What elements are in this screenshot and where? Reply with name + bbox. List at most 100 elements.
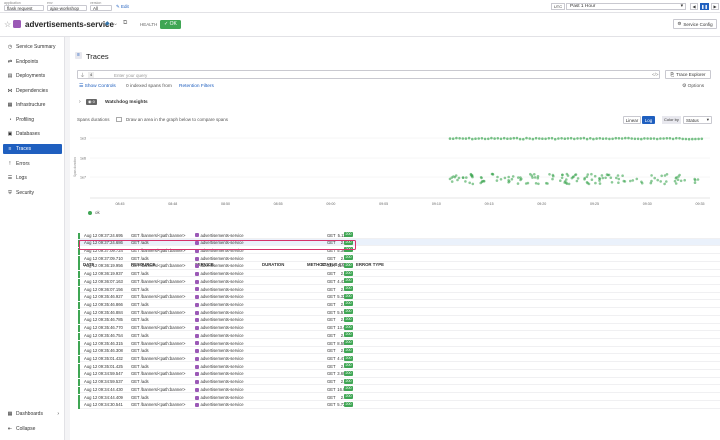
pause-button[interactable]: ❚❚ xyxy=(700,3,709,10)
version-select[interactable]: All xyxy=(90,5,112,11)
watchdog-badge: ◉ 0 xyxy=(86,99,97,105)
service-icon xyxy=(195,326,199,331)
table-row[interactable]: Aug 12 09:34:59.547 GET /banners/<path:ba… xyxy=(78,370,720,379)
table-row[interactable]: Aug 12 09:36:07.163 GET /banners/<path:ba… xyxy=(78,277,720,286)
table-row[interactable]: Aug 12 09:35:46.315 GET /banners/<path:ba… xyxy=(78,339,720,348)
sidebar-item-deployments[interactable]: ▤ Deployments xyxy=(3,71,62,81)
application-select[interactable]: flask request xyxy=(4,5,44,11)
data-point xyxy=(518,137,522,141)
timezone-badge[interactable]: UTC xyxy=(551,3,565,10)
watchdog-insights-toggle[interactable]: Watchdog Insights xyxy=(105,100,148,105)
table-row[interactable]: Aug 12 09:35:46.785 GET /ads advertisement… xyxy=(78,316,720,325)
table-row[interactable]: Aug 12 09:34:59.537 GET /ads advertisement… xyxy=(78,378,720,387)
sidebar-item-dashboards[interactable]: ▦ Dashboards › xyxy=(3,409,62,419)
env-select[interactable]: ajax-workshop xyxy=(47,5,87,11)
data-point xyxy=(567,182,571,186)
legend-ok-swatch xyxy=(88,211,92,215)
x-tick-label: 08:48 xyxy=(168,202,177,206)
copy-icon[interactable]: ⧉ xyxy=(123,20,127,27)
table-row[interactable]: Aug 12 09:36:19.937 GET /ads advertisement… xyxy=(78,270,720,279)
linear-scale-button[interactable]: Linear xyxy=(623,116,641,124)
data-point xyxy=(451,137,455,140)
trace-explorer-button[interactable]: ⎘ Trace Explorer xyxy=(665,70,711,79)
service-icon xyxy=(195,233,199,238)
options-button[interactable]: ⚙ Options xyxy=(682,84,704,89)
sidebar-item-databases[interactable]: ▣ Databases xyxy=(3,129,62,139)
data-point xyxy=(587,182,591,186)
service-header: ☆ advertisements-service ◆ ⌄ ⧉ HEALTH ✓ … xyxy=(0,13,720,37)
database-icon: ▣ xyxy=(7,131,13,137)
sidebar-item-errors[interactable]: ! Errors xyxy=(3,159,62,169)
table-row[interactable]: Aug 12 09:36:19.956 GET /banners/<path:ba… xyxy=(78,262,720,271)
data-point xyxy=(598,179,601,182)
sidebar-item-infrastructure[interactable]: ▦ Infrastructure xyxy=(3,100,62,110)
application-filter[interactable]: application flask request xyxy=(4,1,44,12)
sidebar-item-traces[interactable]: ≡ Traces xyxy=(3,144,62,154)
time-range-picker[interactable]: Past 1 Hour ▾ xyxy=(566,3,686,10)
data-point xyxy=(509,137,512,140)
table-row[interactable]: Aug 12 09:35:46.927 GET /banners/<path:ba… xyxy=(78,293,720,302)
data-point xyxy=(582,136,586,140)
show-controls-link[interactable]: ☰ Show Controls xyxy=(79,84,116,89)
span-duration-chart[interactable]: 1e3 1e6 1e7Span duration 08:45 08:48 08:50 08:… xyxy=(70,130,720,212)
status-code-badge: 200 xyxy=(344,262,353,268)
table-row[interactable]: Aug 12 09:35:46.754 GET /ads advertisement… xyxy=(78,331,720,340)
infrastructure-icon: ▦ xyxy=(7,102,13,108)
data-point xyxy=(541,137,544,140)
status-code-badge: 200 xyxy=(344,270,353,276)
data-point xyxy=(574,173,577,177)
status-code-badge: 200 xyxy=(344,355,353,361)
data-point xyxy=(557,137,560,140)
service-icon xyxy=(195,271,199,276)
cell-date: Aug 12 09:34:44.430 xyxy=(84,386,123,392)
service-config-button[interactable]: ⚙ Service Config xyxy=(673,19,717,29)
retention-filters-link[interactable]: Retention Filters xyxy=(179,84,214,89)
data-point xyxy=(590,172,593,176)
chevron-down-icon[interactable]: ⌄ xyxy=(113,20,118,27)
sidebar-item-security[interactable]: ⛨ Security xyxy=(3,188,62,198)
legend-ok-label[interactable]: ok xyxy=(95,210,100,215)
step-back-button[interactable]: ◀ xyxy=(690,3,698,10)
log-scale-button[interactable]: Log xyxy=(642,116,655,124)
color-by-select[interactable]: Status ▾ xyxy=(683,116,712,124)
table-row[interactable]: Aug 12 09:35:01.425 GET /ads advertisement… xyxy=(78,362,720,371)
table-row[interactable]: Aug 12 09:37:24.686 GET /ads advertisement… xyxy=(78,238,720,248)
sidebar-item-service-summary[interactable]: ◷ Service Summary xyxy=(3,42,62,52)
table-row[interactable]: Aug 12 09:35:46.866 GET /ads advertisement… xyxy=(78,300,720,309)
table-row[interactable]: Aug 12 09:34:30.541 GET /banners/<path:ba… xyxy=(78,401,720,410)
traces-panel: ≡ Traces ⏚ 4 Enter your query </> ⎘ Trace… xyxy=(70,37,720,440)
table-row[interactable]: Aug 12 09:36:07.156 GET /ads advertisement… xyxy=(78,285,720,294)
search-input[interactable]: Enter your query xyxy=(114,73,147,78)
sidebar-collapse-button[interactable]: ⇤ Collapse xyxy=(3,424,62,434)
table-row[interactable]: Aug 12 09:35:46.770 GET /banners/<path:ba… xyxy=(78,324,720,333)
cell-date: Aug 12 09:34:44.409 xyxy=(84,394,123,400)
code-icon[interactable]: </> xyxy=(652,72,659,77)
table-row[interactable]: Aug 12 09:35:46.884 GET /banners/<path:ba… xyxy=(78,308,720,317)
query-bar[interactable]: ⏚ 4 Enter your query </> xyxy=(77,70,660,79)
table-row[interactable]: Aug 12 09:35:01.432 GET /banners/<path:ba… xyxy=(78,355,720,364)
step-forward-button[interactable]: ▶ xyxy=(711,3,719,10)
cell-method: GET xyxy=(327,301,336,307)
service-name: advertisements-service xyxy=(200,371,244,377)
edit-link[interactable]: ✎ Edit xyxy=(116,4,129,10)
x-tick-label: 09:00 xyxy=(326,202,335,206)
sidebar-item-logs[interactable]: ☰ Logs xyxy=(3,173,62,183)
table-row[interactable]: Aug 12 09:34:44.430 GET /banners/<path:ba… xyxy=(78,385,720,394)
table-row[interactable]: Aug 12 09:35:46.308 GET /ads advertisement… xyxy=(78,347,720,356)
table-row[interactable]: Aug 12 09:37:24.695 GET /banners/<path:ba… xyxy=(78,231,720,240)
env-filter[interactable]: env ajax-workshop xyxy=(47,1,87,12)
data-point xyxy=(457,176,461,180)
table-row[interactable]: Aug 12 09:37:09.710 GET /ads advertisement… xyxy=(78,254,720,263)
sidebar-item-dependencies[interactable]: ⋈ Dependencies xyxy=(3,86,62,96)
star-icon[interactable]: ☆ xyxy=(4,20,11,29)
sidebar-item-profiling[interactable]: ◔ Profiling xyxy=(3,115,62,125)
table-row[interactable]: Aug 12 09:34:44.409 GET /ads advertisement… xyxy=(78,393,720,402)
table-row[interactable]: Aug 12 09:37:09.724 GET /banners/<path:ba… xyxy=(78,246,720,255)
service-icon xyxy=(195,310,199,315)
version-filter[interactable]: version All xyxy=(90,1,112,12)
data-point xyxy=(640,181,644,185)
data-point xyxy=(615,176,618,180)
sidebar-item-endpoints[interactable]: ⇄ Endpoints xyxy=(3,57,62,67)
data-point xyxy=(566,137,570,140)
chevron-right-icon[interactable]: › xyxy=(79,99,81,105)
